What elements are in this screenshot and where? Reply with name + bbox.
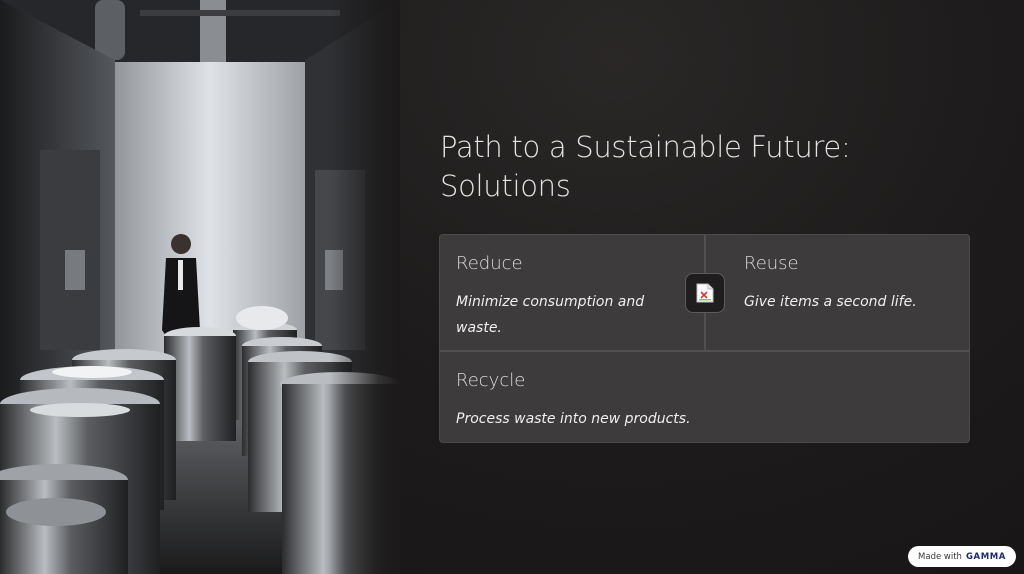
made-with-gamma-badge[interactable]: Made with GAMMA bbox=[908, 546, 1016, 567]
solutions-grid: Reduce Minimize consumption and waste. R… bbox=[439, 234, 970, 443]
card-reuse-body: Give items a second life. bbox=[744, 294, 917, 310]
slide: Path to a Sustainable Future: Solutions … bbox=[0, 0, 1024, 574]
broken-image-icon bbox=[696, 283, 714, 303]
card-recycle-heading: Recycle bbox=[456, 370, 526, 391]
center-image-badge bbox=[685, 273, 725, 313]
card-reuse: Reuse Give items a second life. bbox=[706, 235, 969, 352]
card-reuse-heading: Reuse bbox=[744, 253, 799, 274]
made-with-label: Made with bbox=[918, 551, 962, 562]
gamma-logo: GAMMA bbox=[965, 551, 1006, 562]
card-reduce: Reduce Minimize consumption and waste. bbox=[440, 235, 706, 352]
hero-photo bbox=[0, 0, 400, 574]
card-reduce-body: Minimize consumption and waste. bbox=[456, 294, 645, 336]
photo-fade-overlay bbox=[330, 0, 400, 574]
card-recycle-body: Process waste into new products. bbox=[456, 411, 691, 427]
card-reduce-heading: Reduce bbox=[456, 253, 523, 274]
slide-title: Path to a Sustainable Future: Solutions bbox=[440, 130, 851, 203]
card-recycle: Recycle Process waste into new products. bbox=[440, 352, 969, 442]
